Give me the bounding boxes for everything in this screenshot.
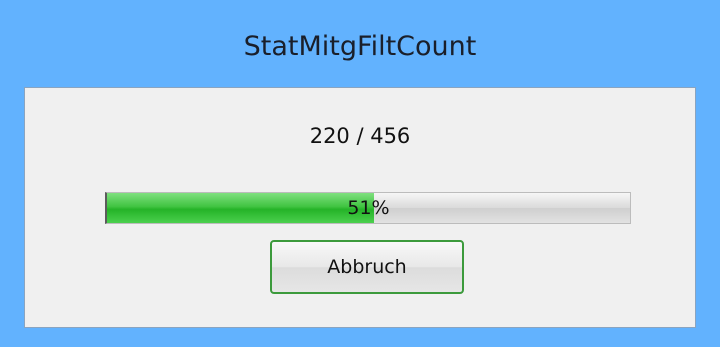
progress-percent-label: 51% [347, 197, 390, 219]
progress-count-text: 220 / 456 [309, 124, 411, 148]
progress-bar: 51% [105, 192, 631, 224]
dialog-client-area: 220 / 456 51% Abbruch [24, 87, 696, 328]
cancel-button[interactable]: Abbruch [270, 240, 464, 294]
window-title: StatMitgFiltCount [243, 31, 477, 62]
progress-dialog: StatMitgFiltCount 220 / 456 51% Abbruch [0, 0, 720, 347]
